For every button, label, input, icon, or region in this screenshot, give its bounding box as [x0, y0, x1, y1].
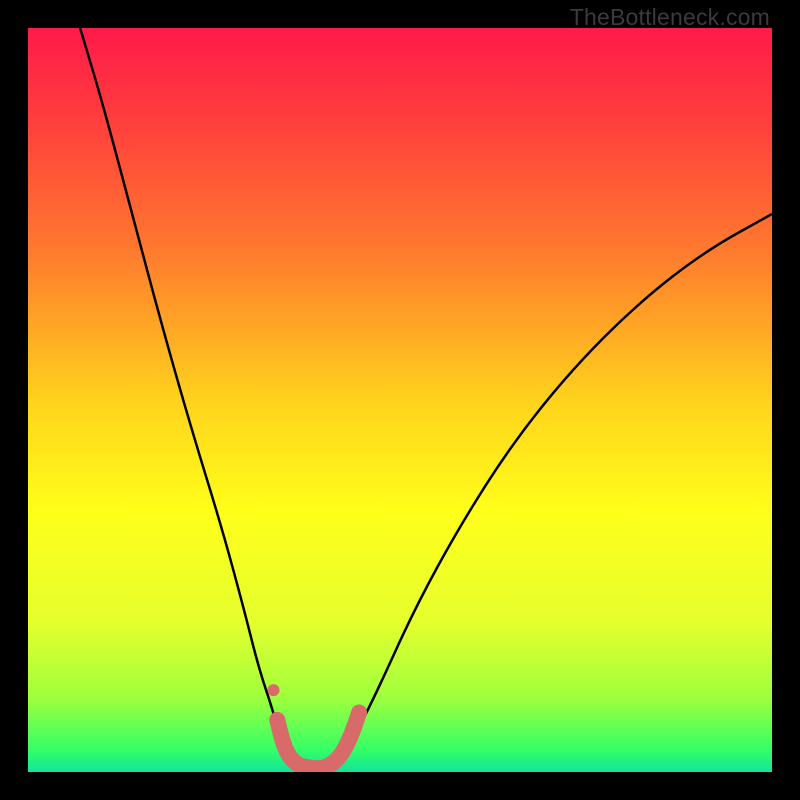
optimal-marker-dot — [268, 684, 280, 696]
plot-area — [28, 28, 772, 772]
gradient-background — [28, 28, 772, 772]
chart-svg — [28, 28, 772, 772]
chart-frame: TheBottleneck.com — [0, 0, 800, 800]
watermark-text: TheBottleneck.com — [570, 4, 770, 31]
